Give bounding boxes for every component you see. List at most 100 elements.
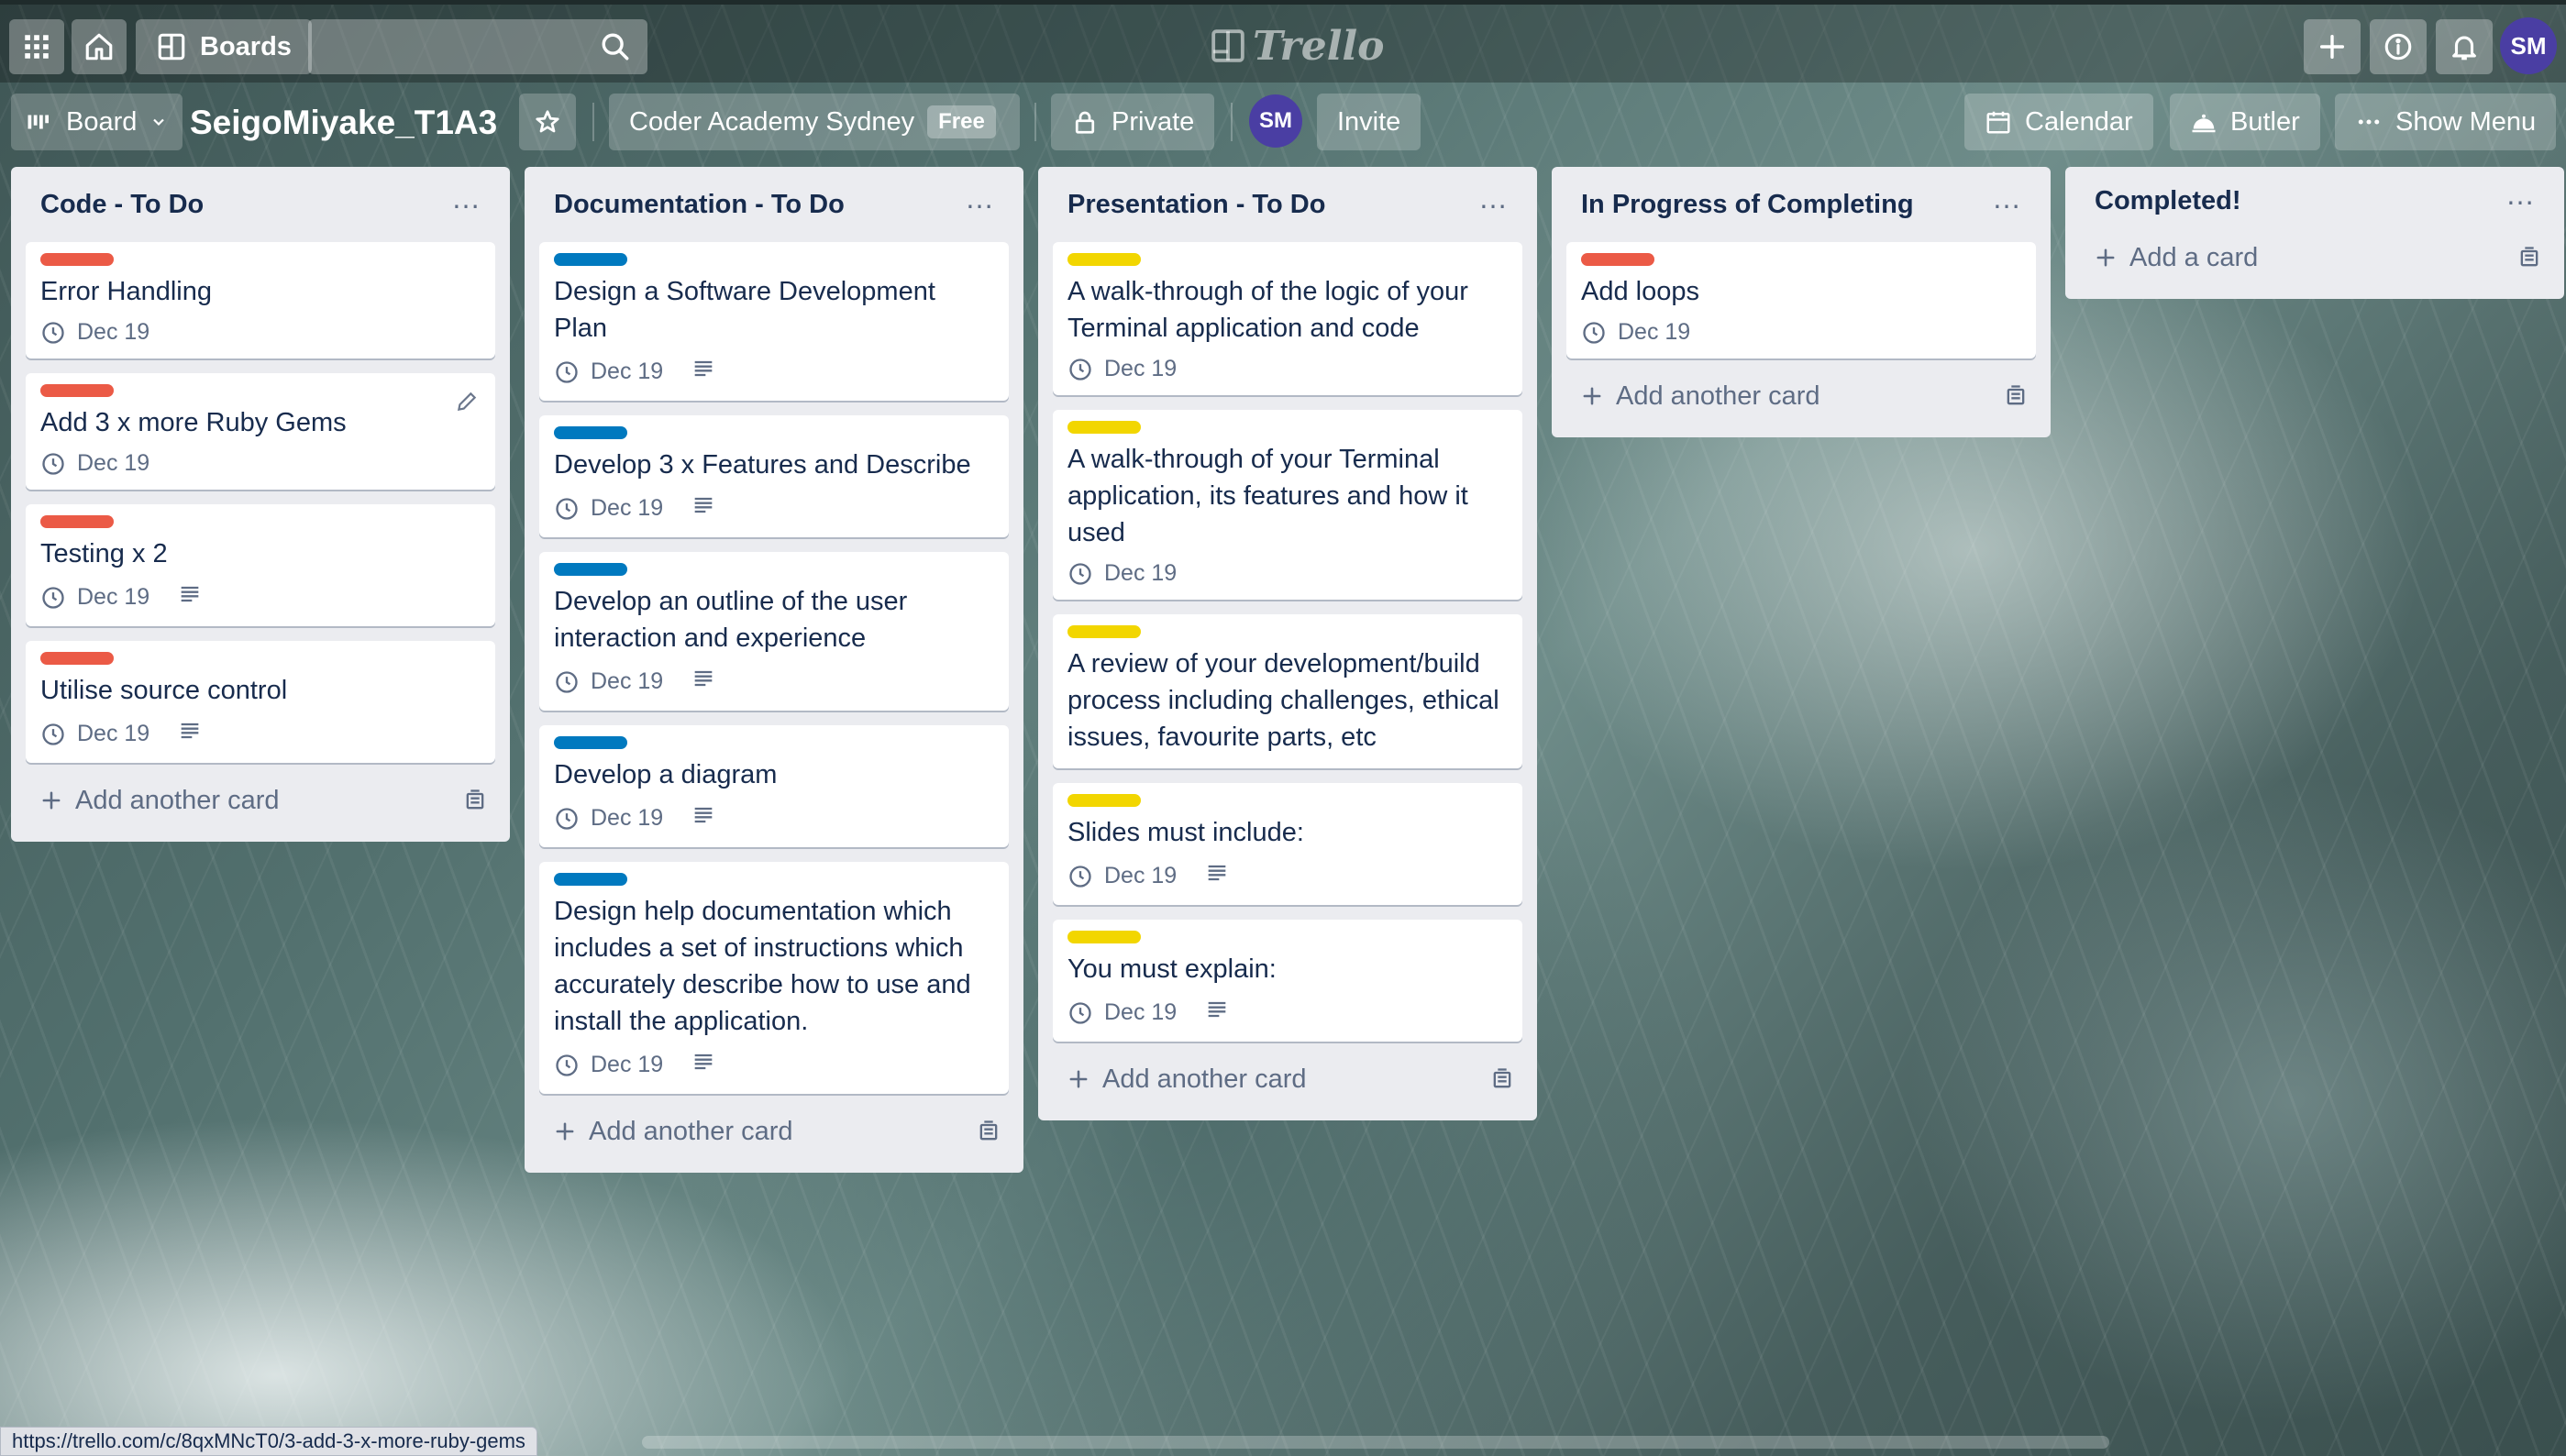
list-title[interactable]: Presentation - To Do [1067, 190, 1325, 220]
search-input[interactable] [308, 19, 647, 74]
show-menu-button[interactable]: Show Menu [2335, 94, 2557, 150]
list-header: Completed! … [2080, 167, 2549, 235]
card[interactable]: You must explain: Dec 19 [1053, 920, 1522, 1042]
due-date-badge[interactable]: Dec 19 [1581, 319, 1690, 346]
list-menu-ellipsis-icon[interactable]: … [1478, 183, 1510, 213]
list-title[interactable]: Code - To Do [40, 190, 204, 220]
template-icon[interactable] [976, 1119, 1001, 1144]
card-badges: Dec 19 [1067, 356, 1508, 382]
card-label-red[interactable] [40, 253, 114, 266]
trello-logo[interactable]: Trello [1211, 21, 1385, 71]
template-icon[interactable] [462, 788, 488, 813]
card-label-yellow[interactable] [1067, 625, 1141, 638]
pencil-icon[interactable] [455, 390, 479, 414]
boards-button[interactable]: Boards [136, 19, 312, 74]
due-date-badge[interactable]: Dec 19 [1067, 863, 1177, 889]
due-date-badge[interactable]: Dec 19 [40, 721, 149, 747]
calendar-button[interactable]: Calendar [1964, 94, 2153, 150]
card[interactable]: Slides must include: Dec 19 [1053, 783, 1522, 905]
info-button[interactable] [2370, 19, 2427, 74]
card[interactable]: Develop 3 x Features and Describe Dec 19 [539, 415, 1009, 537]
card[interactable]: A walk-through of your Terminal applicat… [1053, 410, 1522, 600]
board-member-avatar[interactable]: SM [1249, 94, 1302, 148]
card[interactable]: Add loops Dec 19 [1566, 242, 2036, 358]
card-label-red[interactable] [1581, 253, 1654, 266]
due-date-badge[interactable]: Dec 19 [40, 584, 149, 611]
due-date-text: Dec 19 [591, 668, 664, 694]
apps-grid-button[interactable] [9, 19, 64, 74]
user-avatar[interactable]: SM [2500, 17, 2557, 74]
template-icon[interactable] [2516, 245, 2542, 270]
bell-icon [2452, 36, 2476, 61]
list-title[interactable]: Documentation - To Do [554, 190, 845, 220]
card-label-blue[interactable] [554, 873, 627, 886]
star-board-button[interactable] [519, 94, 576, 150]
clock-icon [556, 807, 578, 830]
info-icon [2384, 33, 2412, 61]
template-icon[interactable] [1489, 1066, 1515, 1092]
card[interactable]: Develop a diagram Dec 19 [539, 725, 1009, 847]
list-menu-ellipsis-icon[interactable]: … [451, 183, 482, 213]
list-menu-ellipsis-icon[interactable]: … [2505, 180, 2537, 209]
home-button[interactable] [72, 19, 127, 74]
card[interactable]: A review of your development/build proce… [1053, 614, 1522, 768]
notifications-button[interactable] [2436, 19, 2493, 74]
card-label-yellow[interactable] [1067, 794, 1141, 807]
card-label-blue[interactable] [554, 253, 627, 266]
add-card-button[interactable]: Add another card [1053, 1053, 1522, 1106]
due-date-badge[interactable]: Dec 19 [40, 319, 149, 346]
due-date-badge[interactable]: Dec 19 [554, 668, 663, 695]
card-label-blue[interactable] [554, 563, 627, 576]
due-date-badge[interactable]: Dec 19 [1067, 356, 1177, 382]
add-card-label: Add another card [1616, 381, 1820, 411]
clock-icon [1069, 358, 1091, 381]
due-date-badge[interactable]: Dec 19 [554, 358, 663, 385]
due-date-badge[interactable]: Dec 19 [1067, 560, 1177, 587]
card[interactable]: Add 3 x more Ruby Gems Dec 19 [26, 373, 495, 490]
add-card-button[interactable]: Add another card [539, 1105, 1009, 1158]
due-date-badge[interactable]: Dec 19 [554, 805, 663, 832]
list-title[interactable]: Completed! [2095, 186, 2241, 216]
card-label-blue[interactable] [554, 736, 627, 749]
card[interactable]: Testing x 2 Dec 19 [26, 504, 495, 626]
create-button[interactable] [2304, 19, 2361, 74]
template-icon[interactable] [2003, 383, 2029, 409]
horizontal-scrollbar[interactable] [642, 1436, 2109, 1449]
list-menu-ellipsis-icon[interactable]: … [965, 183, 996, 213]
add-card-button[interactable]: Add another card [26, 774, 495, 827]
board-title[interactable]: SeigoMiyake_T1A3 [190, 97, 497, 149]
list-title[interactable]: In Progress of Completing [1581, 190, 1914, 220]
add-card-button[interactable]: Add a card [2080, 231, 2549, 284]
card[interactable]: Design help documentation which includes… [539, 862, 1009, 1094]
due-date-badge[interactable]: Dec 19 [40, 450, 149, 477]
visibility-button[interactable]: Private [1051, 94, 1215, 150]
board-view-switcher[interactable]: Board [11, 94, 183, 150]
card[interactable]: Error Handling Dec 19 [26, 242, 495, 358]
card[interactable]: A walk-through of the logic of your Term… [1053, 242, 1522, 395]
card-label-red[interactable] [40, 652, 114, 665]
card-label-red[interactable] [40, 384, 114, 397]
description-badge [691, 1049, 716, 1081]
butler-button[interactable]: Butler [2170, 94, 2320, 150]
due-date-badge[interactable]: Dec 19 [554, 1052, 663, 1078]
status-bar-url: https://trello.com/c/8qxMNcT0/3-add-3-x-… [0, 1427, 537, 1456]
due-date-badge[interactable]: Dec 19 [554, 495, 663, 522]
card[interactable]: Utilise source control Dec 19 [26, 641, 495, 763]
apps-grid-icon [25, 35, 49, 59]
add-card-button[interactable]: Add another card [1566, 370, 2036, 423]
search-icon[interactable] [600, 31, 631, 62]
home-icon [85, 33, 113, 61]
card-label-yellow[interactable] [1067, 421, 1141, 434]
card[interactable]: Design a Software Development Plan Dec 1… [539, 242, 1009, 401]
team-button[interactable]: Coder Academy Sydney Free [609, 94, 1020, 150]
card-label-yellow[interactable] [1067, 931, 1141, 943]
description-badge [177, 581, 203, 613]
invite-button[interactable]: Invite [1317, 94, 1421, 150]
card-label-red[interactable] [40, 515, 114, 528]
card-label-yellow[interactable] [1067, 253, 1141, 266]
list-menu-ellipsis-icon[interactable]: … [1992, 183, 2023, 213]
card[interactable]: Develop an outline of the user interacti… [539, 552, 1009, 711]
add-card-label: Add another card [1102, 1064, 1307, 1094]
due-date-badge[interactable]: Dec 19 [1067, 999, 1177, 1026]
card-label-blue[interactable] [554, 426, 627, 439]
